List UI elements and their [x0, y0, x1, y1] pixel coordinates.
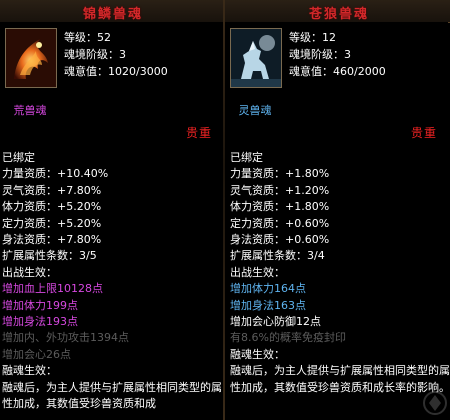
right-attr-stamina: 体力资质：+1.80%	[230, 200, 330, 214]
right-soul-name: 灵兽魂	[238, 104, 272, 117]
left-attr-strength: 力量资质：+10.40%	[2, 167, 109, 181]
right-bound-status: 已绑定	[230, 151, 263, 164]
right-attr-ext-count: 扩展属性条数：3/4	[230, 249, 325, 263]
left-level: 等级：52	[64, 31, 111, 44]
right-merge-desc: 融魂后，为主人提供与扩展属性相同类型的属性加成，其数值受珍兽资质和成长率的影响。	[230, 364, 450, 394]
right-title: 苍狼兽魂	[308, 7, 369, 22]
left-effect-stamina: 增加体力199点	[2, 298, 78, 312]
left-effect-attack: 增加内、外功攻击1394点	[2, 331, 129, 345]
right-summary-panel: 等级：12 魂境阶级：3 魂意值：460/2000 灵兽魂 贵重	[225, 22, 448, 140]
right-merge-header: 融魂生效：	[230, 347, 285, 361]
right-stats: 等级：12 魂境阶级：3 魂意值：460/2000	[289, 29, 386, 80]
left-attr-stamina: 体力资质：+5.20%	[2, 200, 102, 214]
left-detail: 已绑定 力量资质：+10.40% 灵气资质：+7.80% 体力资质：+5.20%…	[2, 150, 224, 413]
left-attr-focus: 定力资质：+5.20%	[2, 216, 102, 230]
left-attr-agility: 身法资质：+7.80%	[2, 233, 102, 247]
right-attr-focus: 定力资质：+0.60%	[230, 216, 330, 230]
left-merge-header: 融魂生效：	[2, 364, 57, 378]
left-effect-hp: 增加血上限10128点	[2, 282, 103, 296]
right-stage: 魂境阶级：3	[289, 48, 351, 61]
left-effect-header: 出战生效：	[2, 265, 57, 279]
right-attr-agility: 身法资质：+0.60%	[230, 233, 330, 247]
right-precious-tag: 贵重	[411, 126, 438, 140]
right-detail: 已绑定 力量资质：+1.80% 灵气资质：+1.20% 体力资质：+1.80% …	[230, 150, 450, 396]
left-attr-spirit: 灵气资质：+7.80%	[2, 183, 102, 197]
left-merge-desc: 融魂后，为主人提供与扩展属性相同类型的属性加成，其数值受珍兽资质和成	[2, 380, 222, 411]
left-soul-value: 魂意值：1020/3000	[64, 65, 168, 78]
fire-phoenix-icon[interactable]	[5, 28, 57, 88]
left-soul-name: 荒兽魂	[13, 104, 47, 117]
right-effect-seal-immune: 有8.6%的概率免疫封印	[230, 331, 346, 345]
left-stage: 魂境阶级：3	[64, 48, 126, 61]
watermark-logo	[423, 391, 447, 415]
right-attr-spirit: 灵气资质：+1.20%	[230, 183, 330, 197]
header-bar: 锦鳞兽魂 苍狼兽魂	[0, 0, 450, 23]
left-effect-agility: 增加身法193点	[2, 315, 78, 329]
right-attr-strength: 力量资质：+1.80%	[230, 167, 330, 181]
left-summary-panel: 等级：52 魂境阶级：3 魂意值：1020/3000 荒兽魂 贵重	[0, 22, 223, 140]
right-soul-value: 魂意值：460/2000	[289, 65, 386, 78]
right-effect-crit-def: 增加会心防御12点	[230, 315, 321, 329]
howling-wolf-icon[interactable]	[230, 28, 282, 88]
right-effect-header: 出战生效：	[230, 265, 285, 279]
left-title: 锦鳞兽魂	[82, 7, 143, 22]
left-attr-ext-count: 扩展属性条数：3/5	[2, 249, 97, 263]
pet-soul-compare-window: 锦鳞兽魂 苍狼兽魂 等级：52 魂境阶级：3 魂意值：1020/3000 荒兽魂…	[0, 0, 450, 420]
left-precious-tag: 贵重	[186, 126, 213, 140]
right-level: 等级：12	[289, 31, 336, 44]
left-bound-status: 已绑定	[2, 151, 35, 164]
right-effect-stamina: 增加体力164点	[230, 282, 306, 296]
right-effect-agility: 增加身法163点	[230, 298, 306, 312]
left-effect-crit: 增加会心26点	[2, 347, 71, 361]
left-stats: 等级：52 魂境阶级：3 魂意值：1020/3000	[64, 29, 168, 80]
